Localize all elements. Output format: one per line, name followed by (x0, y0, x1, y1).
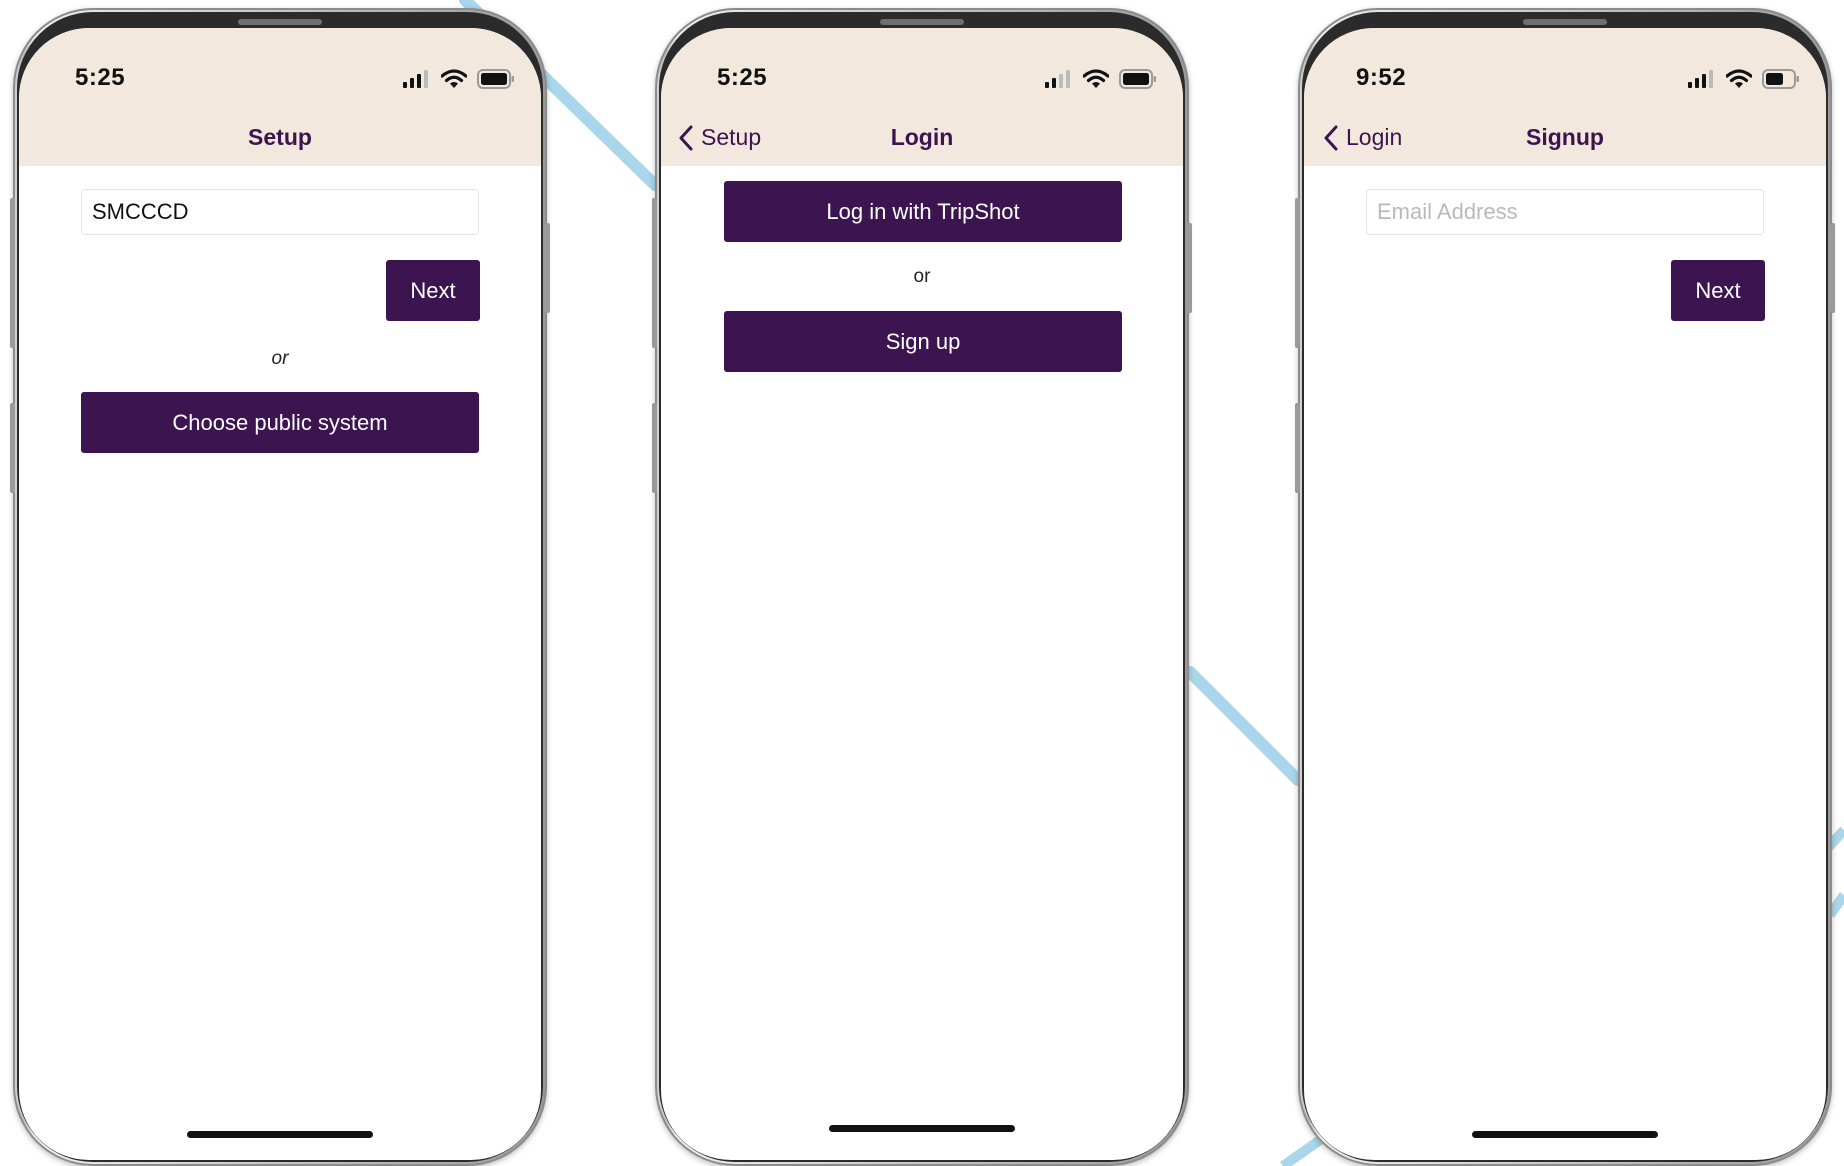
speaker-grille (238, 19, 322, 25)
side-button (1830, 223, 1835, 313)
status-icons (1045, 68, 1157, 90)
side-button (652, 403, 657, 493)
battery-icon (1119, 69, 1156, 89)
phone-screen: 5:25 Setup SMCCCD Next or Choose public … (19, 28, 541, 1160)
phone-screen: 5:25 Setup Login Log in with TripShot or… (661, 28, 1183, 1160)
side-button (10, 403, 15, 493)
phone-screen: 9:52 Login Signup Email Address Next (1304, 28, 1826, 1160)
wifi-icon (1083, 69, 1109, 88)
speaker-grille (880, 19, 964, 25)
battery-icon (477, 69, 514, 89)
nav-title: Signup (1526, 124, 1604, 150)
nav-header: 9:52 Login Signup (1304, 28, 1826, 166)
system-code-input[interactable] (81, 189, 479, 235)
side-button (10, 198, 15, 348)
side-button (545, 223, 550, 313)
sign-up-button[interactable]: Sign up (724, 311, 1122, 372)
next-button[interactable]: Next (1671, 260, 1765, 321)
nav-title: Setup (248, 124, 312, 150)
cellular-signal-icon (1688, 70, 1713, 88)
status-icons (403, 68, 515, 90)
side-button (652, 198, 657, 348)
side-button (1187, 223, 1192, 313)
wifi-icon (1726, 69, 1752, 88)
status-time: 9:52 (1356, 64, 1407, 91)
nav-header: 5:25 Setup Login (661, 28, 1183, 166)
login-with-tripshot-button[interactable]: Log in with TripShot (724, 181, 1122, 242)
email-address-input[interactable] (1366, 189, 1764, 235)
nav-header: 5:25 Setup (19, 28, 541, 166)
wifi-icon (441, 69, 467, 88)
side-button (1295, 403, 1300, 493)
phone-signup: 9:52 Login Signup Email Address Next (1295, 8, 1835, 1166)
next-button[interactable]: Next (386, 260, 480, 321)
status-icons (1688, 68, 1800, 90)
cellular-signal-icon (403, 70, 428, 88)
status-time: 5:25 (717, 64, 768, 91)
home-indicator (187, 1131, 373, 1138)
choose-public-system-button[interactable]: Choose public system (81, 392, 479, 453)
home-indicator (1472, 1131, 1658, 1138)
home-indicator (829, 1125, 1015, 1132)
side-button (1295, 198, 1300, 348)
or-divider-label: or (271, 348, 289, 369)
battery-icon (1762, 69, 1799, 89)
speaker-grille (1523, 19, 1607, 25)
or-divider-label: or (913, 266, 931, 287)
cellular-signal-icon (1045, 70, 1070, 88)
phone-setup: 5:25 Setup SMCCCD Next or Choose public … (10, 8, 550, 1166)
nav-title: Login (890, 124, 954, 150)
status-time: 5:25 (75, 64, 126, 91)
phone-login: 5:25 Setup Login Log in with TripShot or… (652, 8, 1192, 1166)
